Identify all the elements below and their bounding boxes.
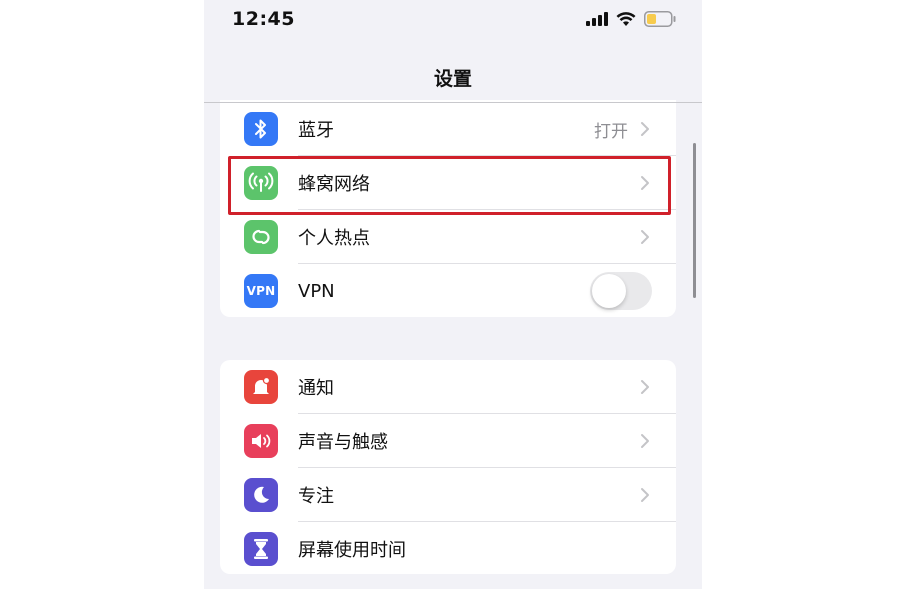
- battery-icon: [644, 11, 676, 27]
- toggle-knob: [592, 274, 626, 308]
- signal-icon: [586, 12, 608, 26]
- settings-row-hotspot[interactable]: 个人热点: [220, 210, 676, 264]
- chevron-right-icon: [641, 488, 649, 502]
- nav-divider: [204, 102, 702, 103]
- settings-row-label: 蓝牙: [298, 120, 334, 141]
- settings-row-label: VPN: [298, 280, 335, 302]
- settings-row-label: 声音与触感: [298, 432, 388, 453]
- settings-row-label: 专注: [298, 486, 334, 507]
- vpn-toggle[interactable]: [590, 272, 652, 310]
- status-bar: 12:45: [204, 0, 702, 44]
- settings-row-cellular[interactable]: 蜂窝网络: [220, 156, 676, 210]
- settings-row-bluetooth[interactable]: 蓝牙 打开: [220, 102, 676, 156]
- settings-row-value: 打开: [594, 121, 628, 142]
- settings-row-screen-time[interactable]: 屏幕使用时间: [220, 522, 676, 574]
- right-margin: [702, 0, 906, 589]
- settings-row-label: 屏幕使用时间: [298, 540, 406, 561]
- settings-row-label: 个人热点: [298, 228, 370, 249]
- vpn-icon: VPN: [244, 274, 278, 308]
- notification-bell-icon: [244, 370, 278, 404]
- cellular-antenna-icon: [244, 166, 278, 200]
- settings-screen: 12:45 设置 蓝牙 打开 蜂窝网络 个人热点 VPN VPN 通知 声音与触…: [204, 0, 702, 589]
- chevron-right-icon: [641, 176, 649, 190]
- hourglass-icon: [244, 532, 278, 566]
- moon-icon: [244, 478, 278, 512]
- status-icons: [586, 11, 676, 27]
- wifi-icon: [616, 11, 636, 26]
- settings-row-label: 通知: [298, 378, 334, 399]
- chevron-right-icon: [641, 434, 649, 448]
- vpn-icon-text: VPN: [246, 284, 276, 298]
- chevron-right-icon: [641, 230, 649, 244]
- hotspot-link-icon: [244, 220, 278, 254]
- left-margin: [0, 0, 204, 589]
- settings-row-vpn: VPN VPN: [220, 264, 676, 317]
- chevron-right-icon: [641, 122, 649, 136]
- speaker-icon: [244, 424, 278, 458]
- settings-group-connectivity: 蓝牙 打开 蜂窝网络 个人热点 VPN VPN: [220, 100, 676, 317]
- bluetooth-icon: [244, 112, 278, 146]
- settings-group-notifications: 通知 声音与触感 专注 屏幕使用时间: [220, 360, 676, 574]
- settings-row-focus[interactable]: 专注: [220, 468, 676, 522]
- chevron-right-icon: [641, 380, 649, 394]
- status-time: 12:45: [232, 8, 295, 30]
- page-title: 设置: [433, 68, 472, 90]
- settings-row-notifications[interactable]: 通知: [220, 360, 676, 414]
- scrollbar[interactable]: [693, 143, 696, 298]
- settings-row-label: 蜂窝网络: [298, 174, 370, 195]
- settings-row-sounds[interactable]: 声音与触感: [220, 414, 676, 468]
- navigation-bar: 设置: [204, 52, 702, 102]
